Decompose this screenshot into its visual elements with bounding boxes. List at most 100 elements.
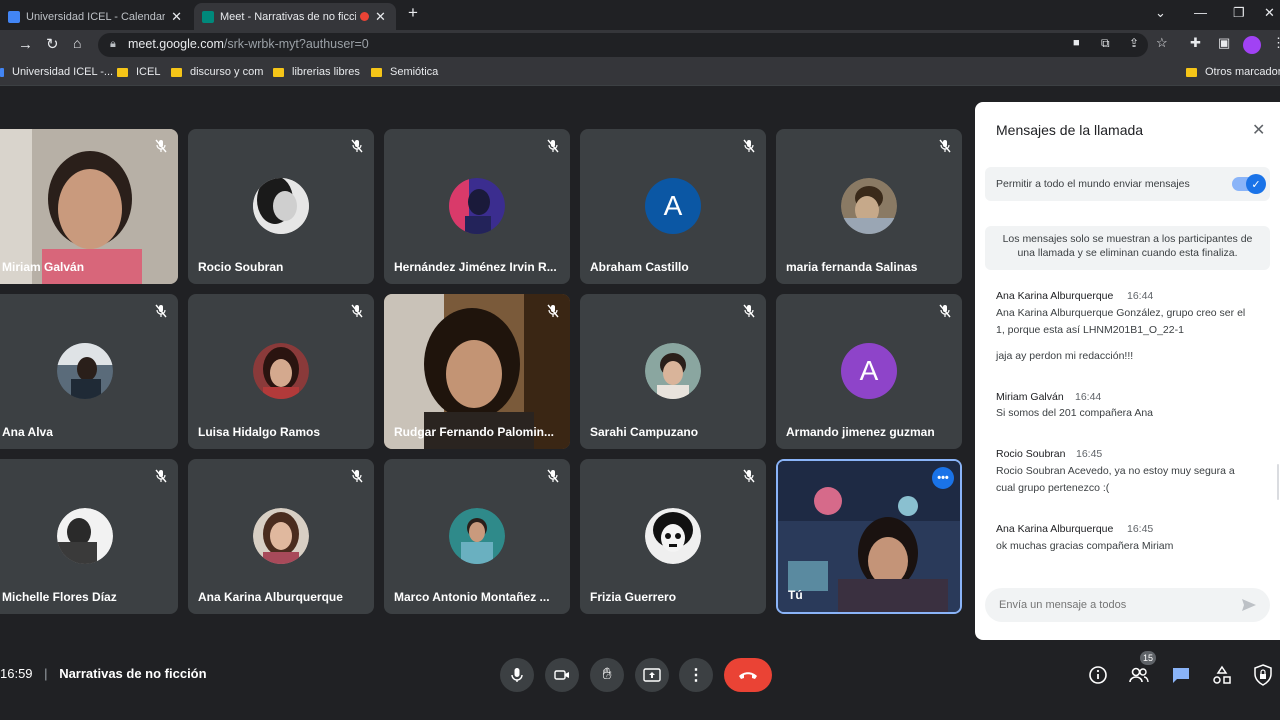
participant-tile[interactable]: A Abraham Castillo <box>580 129 766 284</box>
participant-tile[interactable]: Ana Karina Alburquerque <box>188 459 374 614</box>
more-vert-icon: ⋮ <box>688 667 704 684</box>
avatar <box>253 343 309 399</box>
chat-panel-title: Mensajes de la llamada <box>996 122 1144 138</box>
participant-name: Abraham Castillo <box>590 260 689 274</box>
participant-tile[interactable]: Miriam Galván <box>0 129 178 284</box>
participant-tile[interactable]: Sarahi Campuzano <box>580 294 766 449</box>
side-panel-icon[interactable]: ▣ <box>1218 35 1230 51</box>
lock-icon[interactable]: 🔒︎ <box>110 38 116 51</box>
open-in-window-icon[interactable]: ⧉ <box>1101 36 1110 51</box>
hand-icon: ✋︎ <box>602 666 612 683</box>
close-icon[interactable]: ✕ <box>1252 120 1265 140</box>
people-button[interactable] <box>1128 665 1150 690</box>
participant-tile[interactable]: Ana Alva <box>0 294 178 449</box>
home-icon[interactable]: ⌂ <box>73 35 81 51</box>
muted-mic-icon <box>351 139 363 153</box>
participant-tile[interactable]: Frizia Guerrero <box>580 459 766 614</box>
muted-mic-icon <box>547 469 559 483</box>
share-icon[interactable]: ⇪ <box>1129 36 1139 50</box>
chat-scrollbar[interactable] <box>1277 464 1279 500</box>
message-time: 16:45 <box>1127 523 1154 535</box>
camera-button[interactable] <box>545 658 579 692</box>
avatar <box>449 178 505 234</box>
host-controls-button[interactable] <box>1253 664 1273 691</box>
avatar <box>253 508 309 564</box>
bookmark-item[interactable]: Semiótica <box>371 66 438 78</box>
bookmark-item[interactable]: ICEL <box>117 66 160 78</box>
people-icon <box>1129 667 1149 683</box>
bookmark-label: Otros marcadores <box>1205 66 1280 78</box>
profile-avatar[interactable] <box>1243 36 1261 54</box>
chat-button[interactable] <box>1171 665 1191 690</box>
extensions-icon[interactable]: ✚ <box>1190 35 1201 51</box>
participant-tile[interactable]: Hernández Jiménez Irvin R... <box>384 129 570 284</box>
tab-calendar[interactable]: Universidad ICEL - Calendar - m ✕ <box>0 3 190 30</box>
tab-search-icon[interactable]: ⌄ <box>1155 5 1166 21</box>
bookmark-item[interactable]: discurso y com <box>171 66 263 78</box>
leave-call-button[interactable] <box>724 658 772 692</box>
bookmark-favicon-icon <box>0 67 4 77</box>
close-tab-icon[interactable]: ✕ <box>171 9 182 25</box>
bookmark-star-icon[interactable]: ☆ <box>1156 35 1168 51</box>
participant-name: Sarahi Campuzano <box>590 425 699 439</box>
participant-tile[interactable]: maria fernanda Salinas <box>776 129 962 284</box>
bookmark-item[interactable]: librerias libres <box>273 66 360 78</box>
activities-button[interactable] <box>1212 665 1232 690</box>
chat-panel: Mensajes de la llamada ✕ Permitir a todo… <box>975 102 1280 640</box>
camera-in-use-icon[interactable]: ■ <box>1073 37 1080 49</box>
participant-name: Frizia Guerrero <box>590 590 677 604</box>
allow-messages-toggle[interactable]: ✓ <box>1232 174 1266 194</box>
participant-tile[interactable]: Marco Antonio Montañez ... <box>384 459 570 614</box>
muted-mic-icon <box>351 469 363 483</box>
self-tile[interactable]: ••• Tú <box>776 459 962 614</box>
muted-mic-icon <box>743 469 755 483</box>
participant-tile[interactable]: Rudgar Fernando Palomin... <box>384 294 570 449</box>
participant-name: Ana Karina Alburquerque <box>198 590 343 604</box>
avatar <box>645 343 701 399</box>
meet-favicon-icon <box>202 10 214 23</box>
raise-hand-button[interactable]: ✋︎ <box>590 658 624 692</box>
maximize-button[interactable]: ❐ <box>1233 5 1245 21</box>
avatar <box>449 508 505 564</box>
muted-mic-icon <box>547 139 559 153</box>
close-tab-icon[interactable]: ✕ <box>375 9 386 25</box>
message-input[interactable] <box>999 596 1224 614</box>
check-icon: ✓ <box>1246 174 1266 194</box>
forward-icon[interactable]: → <box>18 36 33 53</box>
menu-icon[interactable]: ⋮ <box>1272 35 1280 51</box>
other-bookmarks[interactable]: Otros marcadores <box>1186 66 1280 78</box>
avatar <box>57 508 113 564</box>
avatar: A <box>841 343 897 399</box>
participant-name: Marco Antonio Montañez ... <box>394 590 550 604</box>
muted-mic-icon <box>155 304 167 318</box>
participant-tile[interactable]: Michelle Flores Díaz <box>0 459 178 614</box>
close-window-button[interactable]: ✕ <box>1264 5 1275 21</box>
minimize-button[interactable]: — <box>1194 5 1207 20</box>
chat-icon <box>1173 668 1189 683</box>
muted-mic-icon <box>939 304 951 318</box>
more-options-icon[interactable]: ••• <box>932 467 954 489</box>
present-screen-button[interactable] <box>635 658 669 692</box>
url-path: /srk-wrbk-myt?authuser=0 <box>223 37 369 51</box>
bookmark-label: Universidad ICEL -... <box>12 66 114 78</box>
message-sender: Ana Karina Alburquerque <box>996 290 1114 302</box>
meeting-details-button[interactable] <box>1088 665 1108 690</box>
bookmark-item[interactable]: Universidad ICEL -... <box>0 66 113 78</box>
tab-meet[interactable]: Meet - Narrativas de no ficci ✕ <box>194 3 396 30</box>
participant-tile[interactable]: Luisa Hidalgo Ramos <box>188 294 374 449</box>
muted-mic-icon <box>743 304 755 318</box>
send-icon[interactable] <box>1241 598 1257 612</box>
participant-tile[interactable]: A Armando jimenez guzman <box>776 294 962 449</box>
shield-lock-icon <box>1254 664 1272 686</box>
new-tab-button[interactable]: + <box>408 3 418 23</box>
url-text[interactable]: meet.google.com/srk-wrbk-myt?authuser=0 <box>128 37 369 51</box>
reload-icon[interactable]: ↻ <box>46 35 59 53</box>
url-host: meet.google.com <box>128 37 224 51</box>
participant-tile[interactable]: Rocio Soubran <box>188 129 374 284</box>
microphone-button[interactable] <box>500 658 534 692</box>
more-options-button[interactable]: ⋮ <box>679 658 713 692</box>
tab-strip <box>0 0 1280 30</box>
message-text: Rocio Soubran Acevedo, ya no estoy muy s… <box>996 465 1235 477</box>
participant-name: Michelle Flores Díaz <box>2 590 117 604</box>
bookmark-label: discurso y com <box>190 66 264 78</box>
